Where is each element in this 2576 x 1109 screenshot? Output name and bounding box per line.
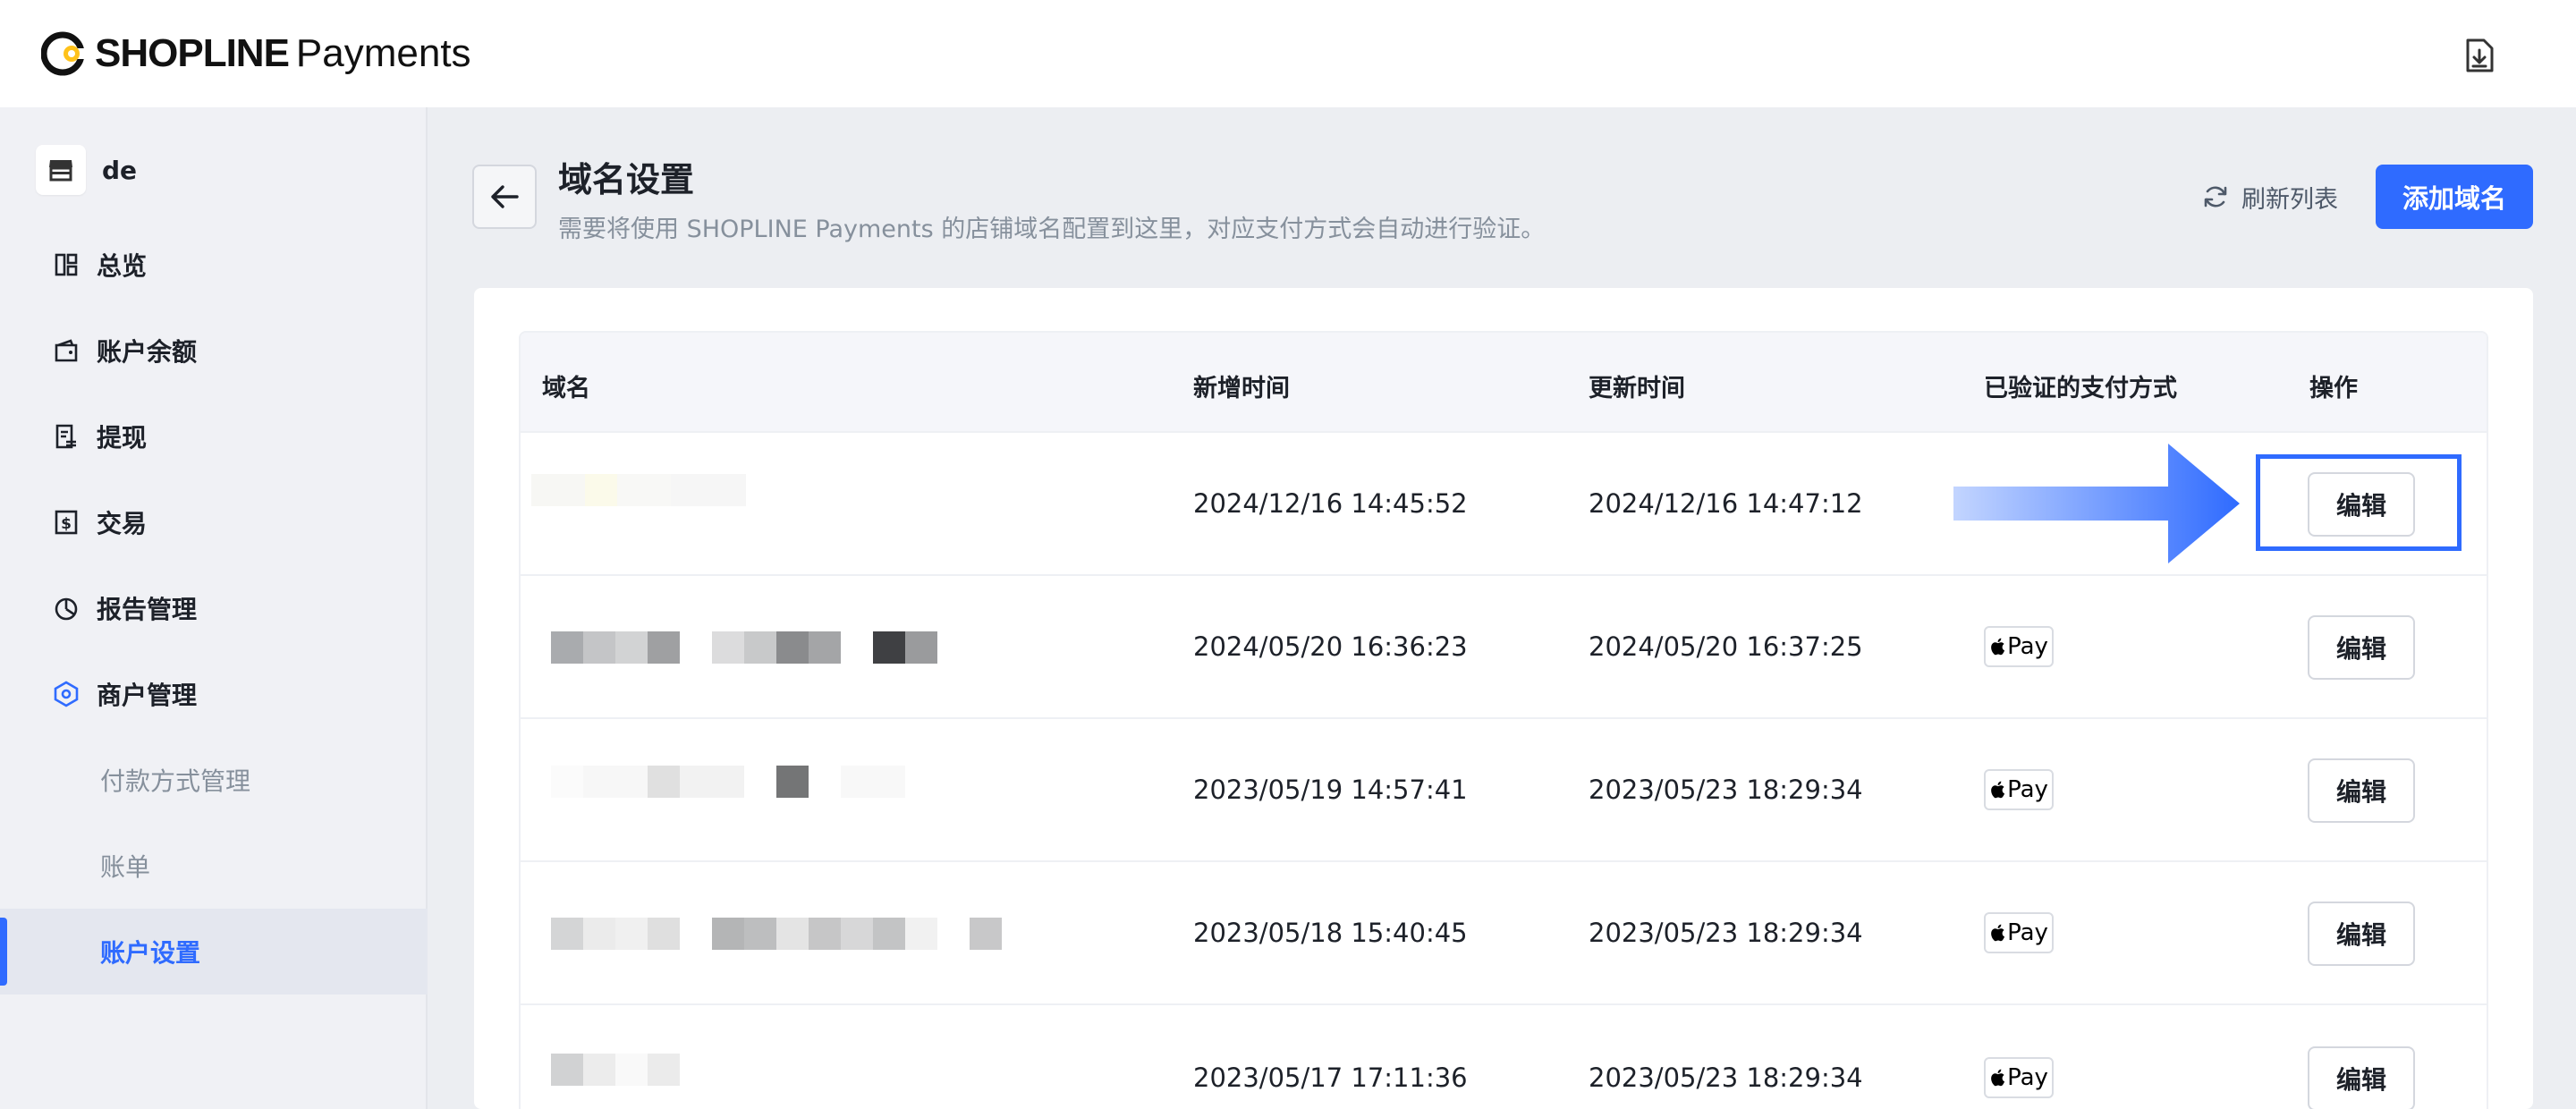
store-switcher[interactable]: de	[36, 143, 137, 197]
apple-logo-icon	[1991, 781, 2005, 799]
apple-pay-label: Pay	[2007, 1064, 2048, 1091]
sidebar-item-overview[interactable]: 总览	[0, 222, 428, 308]
domain-card: 域名 新增时间 更新时间 已验证的支付方式 操作 2024/12/16 14:4…	[474, 288, 2533, 1109]
apple-logo-icon	[1991, 924, 2005, 942]
created-time: 2023/05/19 14:57:41	[1193, 775, 1468, 805]
dollar-icon: $	[52, 508, 80, 537]
column-header-updated: 更新时间	[1589, 375, 1685, 402]
annotation-highlight-box	[2256, 454, 2462, 551]
sidebar-item-label: 报告管理	[97, 595, 198, 624]
column-header-payment: 已验证的支付方式	[1984, 375, 2177, 402]
created-time: 2023/05/18 15:40:45	[1193, 918, 1468, 948]
domain-masked	[551, 1054, 680, 1086]
domain-masked	[551, 766, 905, 798]
withdraw-icon	[52, 422, 80, 451]
pie-chart-icon	[52, 594, 80, 622]
table-row: 2023/05/17 17:11:36 2023/05/23 18:29:34 …	[521, 1005, 2487, 1109]
apple-pay-label: Pay	[2007, 776, 2048, 803]
sidebar-subitem-label: 付款方式管理	[100, 766, 251, 796]
sidebar-subitem-bills[interactable]: 账单	[0, 823, 428, 909]
sidebar-subitem-account-settings[interactable]: 账户设置	[0, 909, 428, 995]
column-header-action: 操作	[2309, 375, 2358, 402]
sidebar-item-label: 总览	[97, 251, 148, 281]
sidebar-subitem-label: 账户设置	[100, 938, 201, 968]
edit-button[interactable]: 编辑	[2308, 615, 2415, 680]
apple-pay-badge: Pay	[1984, 626, 2054, 667]
table-row: 2024/05/20 16:36:23 2024/05/20 16:37:25 …	[521, 576, 2487, 719]
sidebar-item-reports[interactable]: 报告管理	[0, 565, 428, 651]
apple-pay-badge: Pay	[1984, 912, 2054, 953]
add-domain-button[interactable]: 添加域名	[2376, 165, 2533, 229]
brand-name-light: Payments	[295, 31, 471, 75]
sidebar-item-balance[interactable]: 账户余额	[0, 308, 428, 394]
active-indicator	[0, 918, 7, 986]
sidebar-item-transactions[interactable]: $ 交易	[0, 479, 428, 565]
sidebar-item-label: 账户余额	[97, 337, 198, 367]
refresh-icon	[2204, 186, 2227, 207]
refresh-list-label: 刷新列表	[2241, 185, 2338, 214]
table-header: 域名 新增时间 更新时间 已验证的支付方式 操作	[521, 333, 2487, 433]
apple-pay-label: Pay	[2007, 633, 2048, 660]
apple-pay-badge: Pay	[1984, 1057, 2054, 1098]
apple-logo-icon	[1991, 1069, 2005, 1087]
back-button[interactable]	[472, 165, 537, 229]
created-time: 2023/05/17 17:11:36	[1193, 1062, 1468, 1093]
brand-logo[interactable]: SHOPLINE Payments	[41, 27, 471, 80]
updated-time: 2024/12/16 14:47:12	[1589, 488, 1863, 519]
sidebar: de 总览 账户余额 提现 $ 交易 报告管理 商户管理 付款方式管理 账单 账…	[0, 107, 428, 1109]
merchant-icon	[52, 680, 80, 708]
domain-masked	[551, 918, 1002, 950]
download-icon	[2466, 38, 2494, 72]
sidebar-item-label: 交易	[97, 509, 148, 538]
store-name: de	[102, 155, 138, 185]
refresh-list-button[interactable]: 刷新列表	[2202, 179, 2338, 215]
created-time: 2024/12/16 14:45:52	[1193, 488, 1468, 519]
store-icon	[49, 160, 72, 182]
edit-button[interactable]: 编辑	[2308, 758, 2415, 823]
domain-masked	[551, 631, 937, 664]
arrow-left-icon	[491, 185, 519, 208]
top-bar: SHOPLINE Payments	[0, 0, 2576, 107]
svg-text:$: $	[61, 515, 72, 533]
created-time: 2024/05/20 16:36:23	[1193, 631, 1468, 662]
table-row: 2023/05/19 14:57:41 2023/05/23 18:29:34 …	[521, 719, 2487, 862]
updated-time: 2023/05/23 18:29:34	[1589, 918, 1863, 948]
annotation-arrow-icon	[1953, 444, 2240, 563]
download-button[interactable]	[2458, 34, 2501, 77]
dashboard-icon	[52, 250, 80, 279]
sidebar-item-label: 商户管理	[97, 681, 198, 710]
store-avatar	[36, 145, 86, 195]
shopline-logo-icon	[41, 31, 88, 76]
sidebar-subitem-label: 账单	[100, 852, 151, 882]
sidebar-item-merchant[interactable]: 商户管理	[0, 651, 428, 737]
brand-name-strong: SHOPLINE	[95, 31, 290, 75]
edit-button[interactable]: 编辑	[2308, 902, 2415, 966]
apple-pay-label: Pay	[2007, 919, 2048, 946]
edit-button[interactable]: 编辑	[2308, 1046, 2415, 1109]
table-row: 2023/05/18 15:40:45 2023/05/23 18:29:34 …	[521, 862, 2487, 1005]
column-header-domain: 域名	[542, 375, 590, 402]
column-header-created: 新增时间	[1193, 375, 1290, 402]
wallet-icon	[52, 336, 80, 365]
sidebar-item-withdraw[interactable]: 提现	[0, 394, 428, 479]
domain-masked	[531, 474, 746, 506]
apple-pay-badge: Pay	[1984, 769, 2054, 810]
sidebar-item-label: 提现	[97, 423, 148, 453]
updated-time: 2023/05/23 18:29:34	[1589, 775, 1863, 805]
apple-logo-icon	[1991, 638, 2005, 656]
updated-time: 2023/05/23 18:29:34	[1589, 1062, 1863, 1093]
sidebar-subitem-payment-methods[interactable]: 付款方式管理	[0, 737, 428, 823]
updated-time: 2024/05/20 16:37:25	[1589, 631, 1863, 662]
page-subtitle: 需要将使用 SHOPLINE Payments 的店铺域名配置到这里，对应支付方…	[558, 216, 1546, 243]
page-title: 域名设置	[558, 160, 695, 199]
